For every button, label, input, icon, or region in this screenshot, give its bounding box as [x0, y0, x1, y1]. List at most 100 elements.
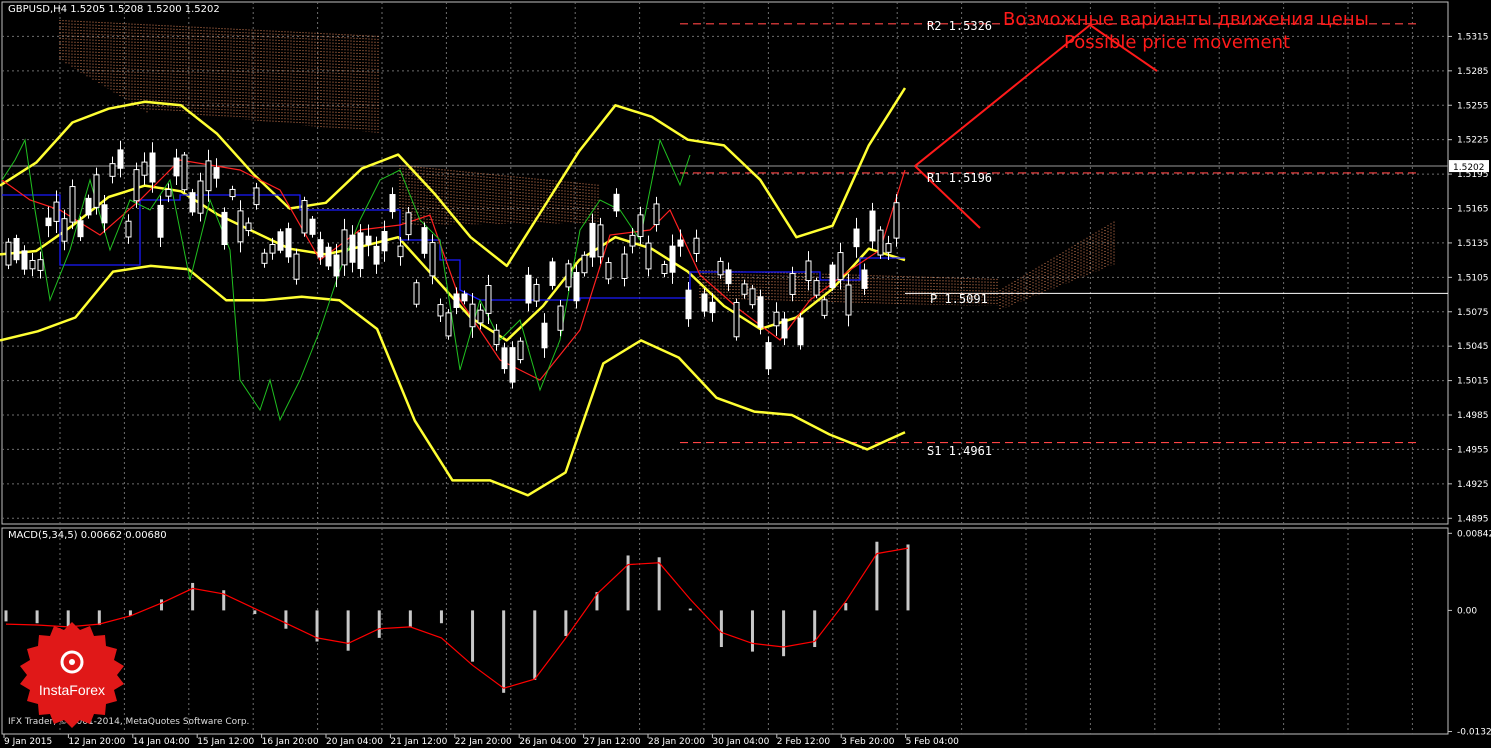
candle-body	[61, 218, 68, 242]
candle-body	[349, 234, 356, 263]
y-tick-label: 1.5015	[1457, 377, 1489, 387]
macd-header: MACD(5,34,5) 0.00662 0.00680	[8, 530, 167, 541]
macd-signal-line	[5, 547, 909, 689]
logo-text: InstaForex	[38, 682, 106, 698]
candle-body	[93, 174, 100, 208]
x-tick-label: 16 Jan 20:00	[262, 737, 319, 747]
y-tick-label: 1.5075	[1457, 308, 1489, 318]
candle-body	[845, 284, 852, 316]
candle-body	[189, 192, 196, 213]
candle-body	[541, 322, 548, 349]
x-tick-label: 22 Jan 20:00	[455, 737, 512, 747]
x-tick-label: 9 Jan 2015	[4, 737, 52, 747]
macd-bar	[626, 555, 630, 611]
candle-body	[37, 259, 44, 271]
macd-bar	[688, 608, 692, 611]
candle-body	[493, 329, 500, 346]
macd-panel-frame	[1, 527, 1449, 735]
candle-body	[477, 309, 484, 324]
macd-bar	[533, 610, 537, 680]
y-tick-label: 1.5225	[1457, 136, 1489, 146]
candle-body	[261, 252, 268, 264]
candle-body	[517, 340, 524, 361]
candle-body	[797, 317, 804, 346]
candle-body	[309, 218, 316, 235]
candle-body	[157, 204, 164, 238]
y-tick-label: 1.5285	[1457, 67, 1489, 77]
candle-body	[741, 283, 748, 295]
candle-body	[45, 217, 52, 227]
candle-body	[549, 261, 556, 286]
candle-body	[717, 260, 724, 276]
chart-root: { "header": { "symbol_ohlc": "GBPUSD,H4 …	[0, 0, 1491, 748]
candle-body	[269, 244, 276, 254]
candle-body	[141, 161, 148, 176]
candle-body	[781, 318, 788, 339]
candle-body	[789, 273, 796, 295]
candle-body	[701, 293, 708, 312]
level-s1-label: S1 1.4961	[927, 444, 993, 458]
y-tick-label: 1.4955	[1457, 445, 1489, 455]
macd-bar	[439, 610, 443, 624]
candle-body	[333, 254, 340, 277]
x-tick-label: 3 Feb 20:00	[841, 737, 895, 747]
candle-body	[509, 347, 516, 383]
candle-body	[685, 289, 692, 320]
candle-body	[421, 227, 428, 254]
candle-body	[877, 229, 884, 256]
level-r2-label: R2 1.5326	[927, 19, 993, 33]
candle-body	[101, 204, 108, 224]
candle-body	[173, 157, 180, 177]
candle-body	[565, 263, 572, 288]
candle-body	[461, 293, 468, 302]
macd-bar	[719, 610, 723, 648]
candle-body	[861, 269, 868, 289]
candle-body	[69, 186, 76, 223]
candle-body	[109, 163, 116, 177]
candle-body	[85, 197, 92, 216]
y-tick-label: 1.4985	[1457, 411, 1489, 421]
x-tick-label: 5 Feb 04:00	[906, 737, 960, 747]
candle-body	[221, 211, 228, 246]
candle-body	[437, 304, 444, 317]
candle-body	[709, 301, 716, 314]
candle-body	[429, 242, 436, 277]
x-tick-label: 26 Jan 04:00	[519, 737, 576, 747]
macd-bar	[564, 610, 568, 637]
candle-body	[365, 235, 372, 245]
macd-bar	[471, 610, 475, 662]
macd-bar	[657, 557, 661, 611]
candle-body	[693, 237, 700, 255]
candle-body	[573, 271, 580, 302]
candle-body	[869, 210, 876, 242]
y-tick-label: 1.4895	[1457, 514, 1489, 524]
y-tick-label: 1.4925	[1457, 480, 1489, 490]
candle-body	[317, 239, 324, 258]
x-tick-label: 14 Jan 04:00	[133, 737, 190, 747]
candle-body	[805, 260, 812, 282]
candle-body	[773, 311, 780, 327]
macd-bar	[253, 610, 257, 615]
candle-body	[597, 224, 604, 258]
candle-body	[197, 180, 204, 214]
candle-body	[589, 222, 596, 258]
candle-body	[325, 246, 332, 267]
candle-body	[13, 237, 20, 261]
kijun-line	[2, 194, 905, 301]
candle-body	[485, 285, 492, 314]
candle-body	[757, 296, 764, 328]
candle-body	[621, 253, 628, 279]
candle-body	[413, 282, 420, 305]
annotation-en: Possible price movement	[1064, 32, 1291, 53]
y-tick-label: 1.5165	[1457, 205, 1489, 215]
candle-body	[445, 312, 452, 337]
candle-body	[133, 169, 140, 202]
candle-body	[893, 202, 900, 239]
candle-body	[733, 301, 740, 338]
candle-body	[525, 274, 532, 304]
symbol-ohlc-header: GBPUSD,H4 1.5205 1.5208 1.5200 1.5202	[8, 4, 220, 15]
candle-body	[237, 210, 244, 243]
x-tick-label: 27 Jan 12:00	[584, 737, 641, 747]
candle-body	[285, 228, 292, 258]
main-panel-frame	[1, 1, 1449, 525]
